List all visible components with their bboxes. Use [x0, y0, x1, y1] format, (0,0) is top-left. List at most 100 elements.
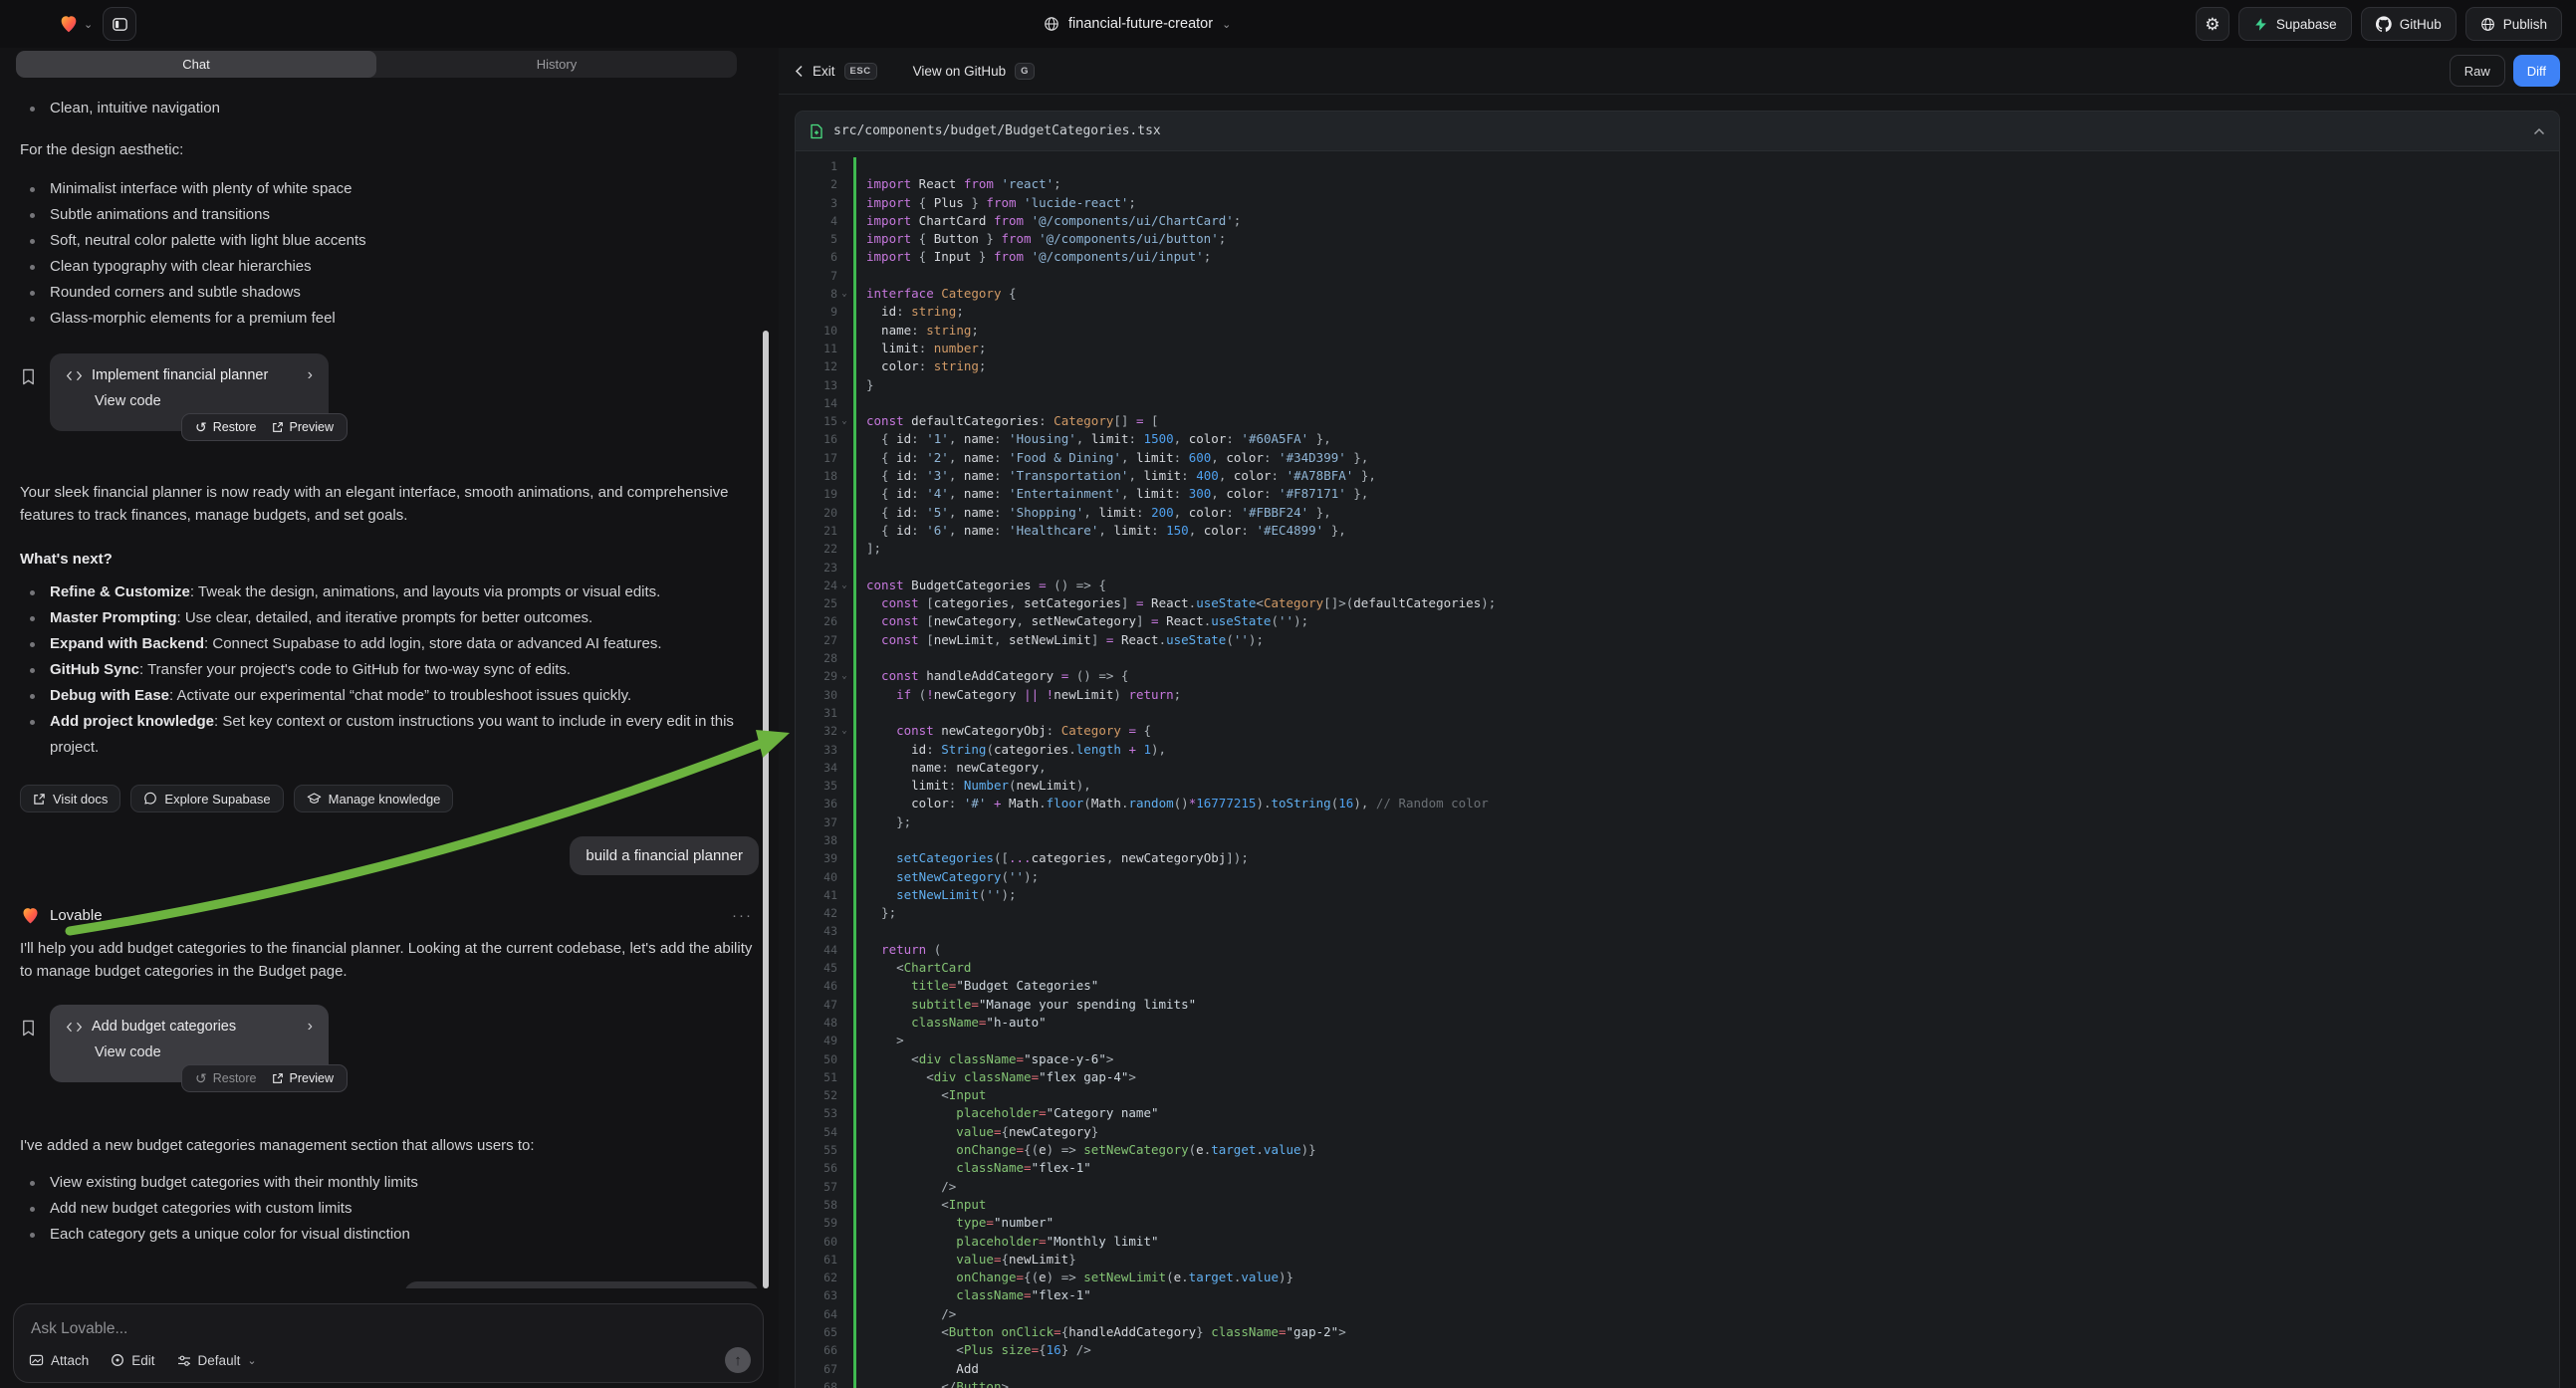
code-line: 34 name: newCategory, [796, 759, 2559, 777]
version-card-2-actions: ↺ Restore Preview [181, 1064, 348, 1092]
chat-panel: Chat History Clean, intuitive navigation… [0, 48, 779, 1388]
file-path: src/components/budget/BudgetCategories.t… [833, 123, 1161, 138]
file-added-icon [810, 123, 823, 139]
quick-actions-row: Visit docs Explore Supabase Manage knowl… [20, 785, 759, 812]
code-line: 4import ChartCard from '@/components/ui/… [796, 212, 2559, 230]
code-line: 33 id: String(categories.length + 1), [796, 741, 2559, 759]
code-line: 62 onChange={(e) => setNewLimit(e.target… [796, 1269, 2559, 1286]
code-line: 52 <Input [796, 1086, 2559, 1104]
version-card-title: Add budget categories [92, 1019, 236, 1035]
code-line: 38 [796, 831, 2559, 849]
code-line: 13} [796, 376, 2559, 394]
code-line: 25 const [categories, setCategories] = R… [796, 594, 2559, 612]
diff-toggle-button[interactable]: Diff [2513, 55, 2560, 87]
code-lines[interactable]: 12import React from 'react';3import { Pl… [796, 152, 2559, 1388]
restore-icon: ↺ [195, 1070, 207, 1087]
chevron-right-icon: › [308, 366, 313, 384]
list-item: Add new budget categories with custom li… [20, 1196, 759, 1222]
code-line: 50 <div className="space-y-6"> [796, 1050, 2559, 1068]
lovable-heart-icon [58, 13, 80, 35]
code-line: 21 { id: '6', name: 'Healthcare', limit:… [796, 522, 2559, 540]
supabase-bolt-icon [2253, 17, 2268, 32]
chat-messages[interactable]: Clean, intuitive navigation For the desi… [0, 84, 779, 1288]
list-item: Soft, neutral color palette with light b… [20, 228, 759, 254]
code-line: 16 { id: '1', name: 'Housing', limit: 15… [796, 430, 2559, 448]
code-line: 20 { id: '5', name: 'Shopping', limit: 2… [796, 504, 2559, 522]
composer[interactable]: Ask Lovable... Attach Edit [13, 1303, 764, 1383]
code-line: 2import React from 'react'; [796, 175, 2559, 193]
version-card-title: Implement financial planner [92, 367, 268, 383]
code-line: 28 [796, 649, 2559, 667]
summary-bullet-list: View existing budget categories with the… [20, 1170, 759, 1248]
preview-external-icon [272, 1072, 284, 1084]
sidebar-toggle-button[interactable] [103, 7, 136, 41]
top-bar: ⌄ financial-future-creator ⌄ ⚙ [0, 0, 2576, 48]
whats-next-heading: What's next? [20, 548, 759, 571]
code-line: 24⌄const BudgetCategories = () => { [796, 577, 2559, 594]
code-line: 22]; [796, 540, 2559, 558]
send-button[interactable]: ↑ [725, 1347, 751, 1373]
code-line: 49 > [796, 1032, 2559, 1049]
code-line: 9 id: string; [796, 303, 2559, 321]
code-line: 66 <Plus size={16} /> [796, 1341, 2559, 1359]
composer-input[interactable]: Ask Lovable... [31, 1320, 127, 1338]
list-item: Minimalist interface with plenty of whit… [20, 176, 759, 202]
list-item: Debug with Ease: Activate our experiment… [20, 683, 759, 709]
publish-button[interactable]: Publish [2465, 7, 2562, 41]
chevron-left-icon [795, 65, 804, 78]
code-line: 6import { Input } from '@/components/ui/… [796, 248, 2559, 266]
tab-chat[interactable]: Chat [16, 51, 376, 78]
chat-history-tabs: Chat History [16, 51, 737, 78]
code-line: 14 [796, 394, 2559, 412]
mode-selector[interactable]: Default ⌄ [177, 1353, 257, 1368]
code-line: 27 const [newLimit, setNewLimit] = React… [796, 631, 2559, 649]
settings-button[interactable]: ⚙ [2196, 7, 2229, 41]
code-line: 23 [796, 559, 2559, 577]
preview-button[interactable]: Preview [272, 1071, 334, 1085]
code-line: 1 [796, 157, 2559, 175]
lovable-logo-menu[interactable]: ⌄ [58, 13, 93, 35]
publish-label: Publish [2503, 17, 2547, 32]
tab-history[interactable]: History [376, 51, 737, 78]
supabase-button[interactable]: Supabase [2238, 7, 2352, 41]
list-item: View existing budget categories with the… [20, 1170, 759, 1196]
bookmark-icon [20, 1019, 37, 1038]
view-code-link[interactable]: View code [95, 1044, 313, 1060]
restore-button[interactable]: ↺ Restore [195, 419, 257, 436]
code-line: 32⌄ const newCategoryObj: Category = { [796, 722, 2559, 740]
list-item: Add project knowledge: Set key context o… [20, 709, 759, 761]
version-card-1-actions: ↺ Restore Preview [181, 413, 348, 441]
file-header[interactable]: src/components/budget/BudgetCategories.t… [796, 112, 2559, 151]
exit-button[interactable]: Exit ESC [795, 63, 877, 80]
list-item: Subtle animations and transitions [20, 202, 759, 228]
version-card-2-wrap: Add budget categories › View code ↺ Rest… [20, 1005, 759, 1120]
code-line: 63 className="flex-1" [796, 1286, 2559, 1304]
view-on-github-link[interactable]: View on GitHub G [913, 63, 1035, 80]
view-code-link[interactable]: View code [95, 393, 313, 409]
chat-bubble-icon [143, 792, 157, 806]
code-line: 12 color: string; [796, 357, 2559, 375]
explore-supabase-button[interactable]: Explore Supabase [130, 785, 283, 812]
edit-button[interactable]: Edit [111, 1353, 154, 1368]
preview-external-icon [272, 421, 284, 433]
github-label: GitHub [2400, 17, 2442, 32]
list-item: GitHub Sync: Transfer your project's cod… [20, 657, 759, 683]
list-item: Glass-morphic elements for a premium fee… [20, 306, 759, 332]
restore-button[interactable]: ↺ Restore [195, 1070, 257, 1087]
project-name-dropdown[interactable]: financial-future-creator ⌄ [1044, 0, 1231, 48]
code-line: 53 placeholder="Category name" [796, 1104, 2559, 1122]
code-line: 15⌄const defaultCategories: Category[] =… [796, 412, 2559, 430]
attach-button[interactable]: Attach [29, 1353, 89, 1368]
more-options-icon[interactable]: ··· [732, 907, 753, 924]
collapse-chevron-icon[interactable] [2533, 127, 2545, 135]
code-line: 61 value={newLimit} [796, 1251, 2559, 1269]
chat-scrollbar-thumb[interactable] [763, 331, 769, 1288]
manage-knowledge-button[interactable]: Manage knowledge [294, 785, 454, 812]
github-button[interactable]: GitHub [2361, 7, 2457, 41]
g-shortcut-badge: G [1015, 63, 1035, 80]
raw-toggle-button[interactable]: Raw [2450, 55, 2505, 87]
preview-button[interactable]: Preview [272, 420, 334, 434]
code-line: 48 className="h-auto" [796, 1014, 2559, 1032]
code-line: 67 Add [796, 1360, 2559, 1378]
visit-docs-button[interactable]: Visit docs [20, 785, 120, 812]
